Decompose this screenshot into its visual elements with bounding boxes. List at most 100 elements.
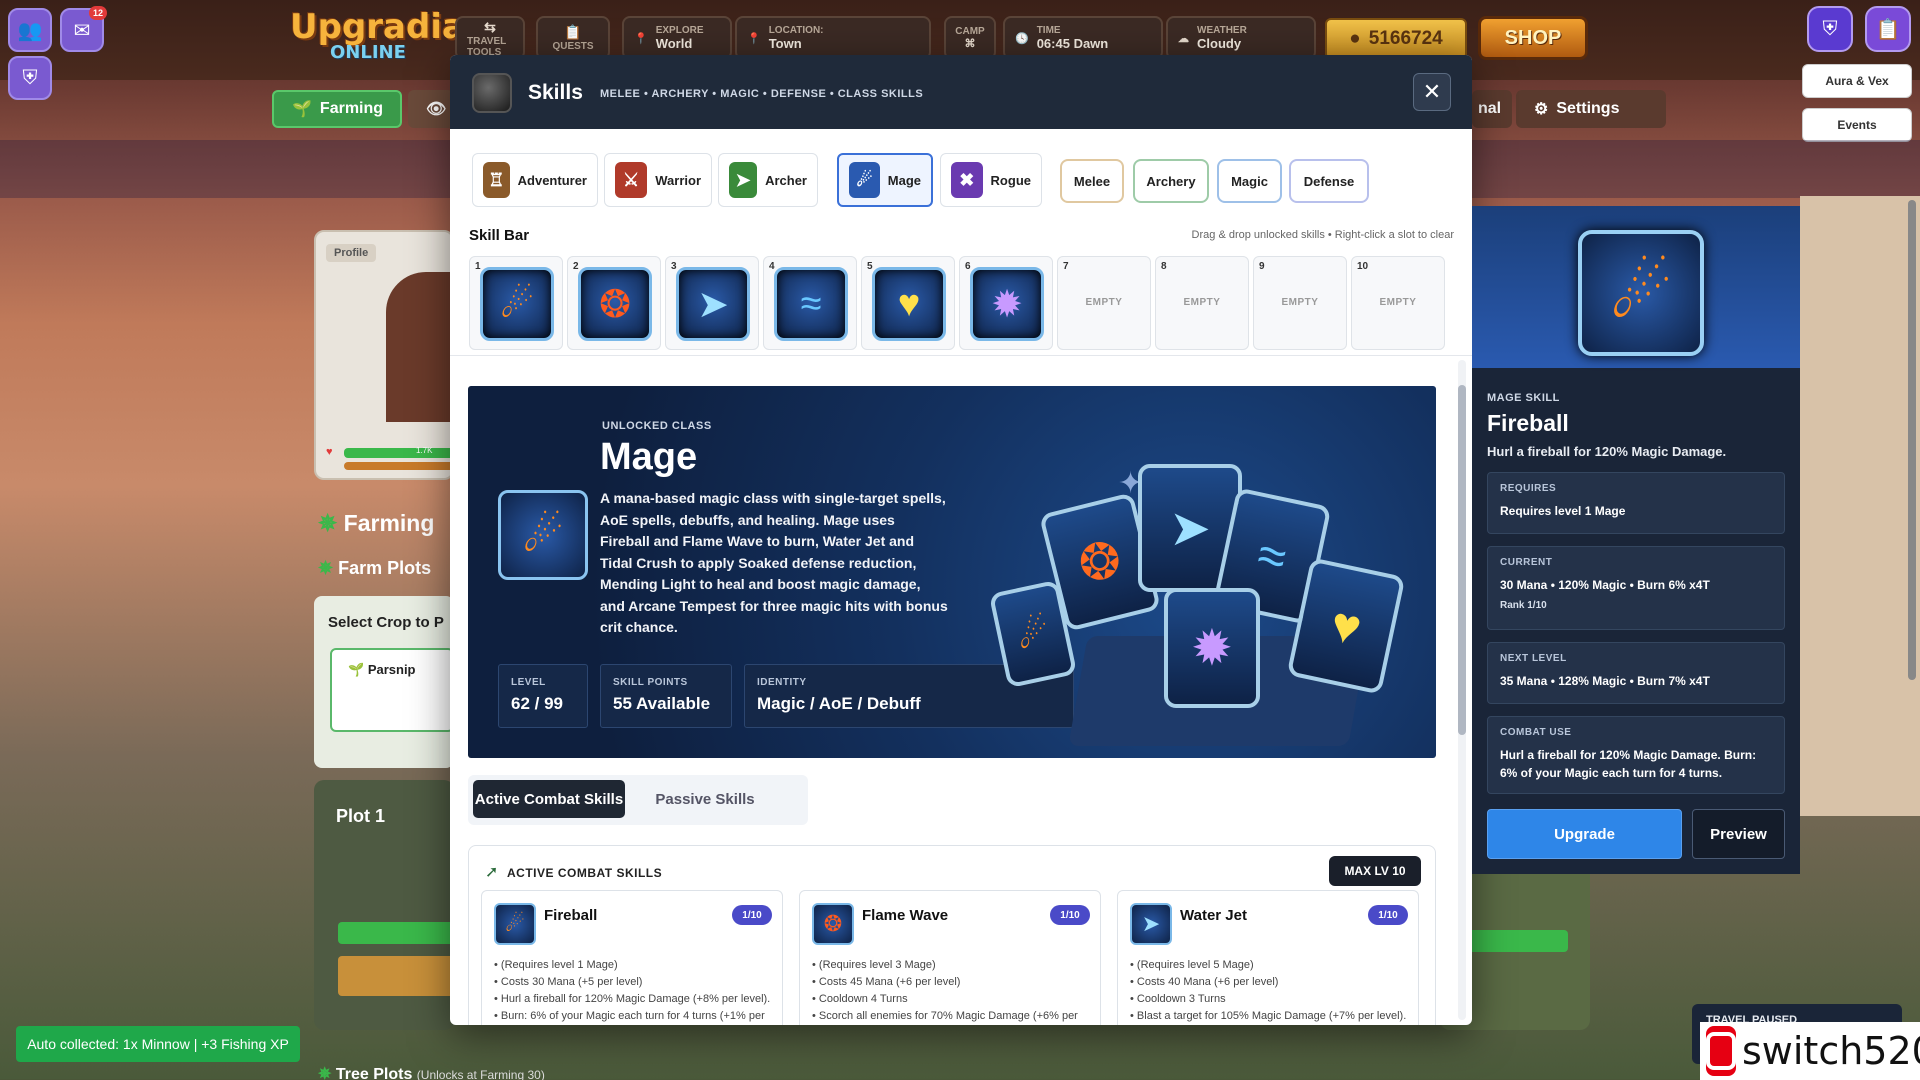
parsnip-icon: 🌱 xyxy=(348,662,365,677)
coin-icon: ● xyxy=(1349,28,1361,49)
rank-badge: 1/10 xyxy=(1050,905,1090,925)
tab-active-combat-skills[interactable]: Active Combat Skills xyxy=(473,780,625,818)
map-pin-icon: 📍 xyxy=(634,32,648,45)
modal-subtitle: MELEE • ARCHERY • MAGIC • DEFENSE • CLAS… xyxy=(600,88,924,100)
mending-light-icon: ♥ xyxy=(872,267,946,341)
mail-badge: 12 xyxy=(89,6,107,20)
max-level-badge: MAX LV 10 xyxy=(1329,856,1421,886)
time-display: 🕓 TIME 06:45 Dawn xyxy=(1003,16,1163,60)
close-icon: ✕ xyxy=(1422,79,1442,104)
plot-progress xyxy=(338,922,454,944)
skill-card-fireball[interactable]: ☄ Fireball 1/10 • (Requires level 1 Mage… xyxy=(481,890,783,1025)
page-scrollbar[interactable] xyxy=(1908,200,1916,680)
profile-label: Profile xyxy=(326,244,377,262)
explore-button[interactable]: 📍 EXPLORE World xyxy=(622,16,732,60)
hp-value: 1.7K xyxy=(416,446,433,455)
skill-slot-8[interactable]: 8 EMPTY xyxy=(1155,256,1249,350)
tab-adventurer[interactable]: ♖ Adventurer xyxy=(472,153,598,207)
modal-title: Skills xyxy=(528,81,583,104)
skill-card-name: Water Jet xyxy=(1180,907,1247,924)
nav-settings-tab[interactable]: ⚙ Settings xyxy=(1516,90,1666,128)
banner-artwork: ✦ ☄ ❂ ➤ ≈ ♥ ✹ xyxy=(988,456,1428,746)
class-banner: UNLOCKED CLASS Mage A mana-based magic c… xyxy=(468,386,1436,758)
skill-slot-9[interactable]: 9 EMPTY xyxy=(1253,256,1347,350)
skill-slot-5[interactable]: 5 ♥ xyxy=(861,256,955,350)
modal-header: Skills MELEE • ARCHERY • MAGIC • DEFENSE… xyxy=(450,55,1472,129)
guild-shield-icon[interactable]: ⛨ xyxy=(1807,6,1853,52)
card-arcane-tempest: ✹ xyxy=(1164,588,1260,708)
detail-tag: MAGE SKILL xyxy=(1487,392,1560,404)
filter-defense[interactable]: Defense xyxy=(1289,159,1369,203)
tab-rogue[interactable]: ✖ Rogue xyxy=(940,153,1042,207)
quests-button[interactable]: 📋 QUESTS xyxy=(536,16,610,60)
arcane-tempest-icon: ✹ xyxy=(970,267,1044,341)
skill-card-water-jet[interactable]: ➤ Water Jet 1/10 • (Requires level 5 Mag… xyxy=(1117,890,1419,1025)
warrior-icon: ⚔ xyxy=(615,162,648,198)
skill-slot-1[interactable]: 1 ☄ xyxy=(469,256,563,350)
water-jet-icon: ➤ xyxy=(1130,903,1172,945)
fireball-icon: ☄ xyxy=(480,267,554,341)
profile-card: Profile 1.7K ♥ xyxy=(314,230,456,480)
tab-warrior[interactable]: ⚔ Warrior xyxy=(604,153,712,207)
plot-action[interactable] xyxy=(338,956,454,996)
banner-tag: UNLOCKED CLASS xyxy=(602,420,712,432)
shield-icon[interactable]: ⛨ xyxy=(8,56,52,100)
background-sky-strip xyxy=(1800,196,1920,816)
switch-logo-icon xyxy=(1706,1026,1736,1076)
rank-badge: 1/10 xyxy=(732,905,772,925)
skill-slot-6[interactable]: 6 ✹ xyxy=(959,256,1053,350)
tree-plots-heading: ✵ Tree Plots (Unlocks at Farming 30) xyxy=(318,1066,545,1080)
farming-icon: 🌱 xyxy=(292,101,312,118)
skill-slot-10[interactable]: 10 EMPTY xyxy=(1351,256,1445,350)
class-name: Mage xyxy=(600,436,698,478)
nav-farming-tab[interactable]: 🌱 Farming xyxy=(272,90,402,128)
upgrade-button[interactable]: Upgrade xyxy=(1487,809,1682,859)
parsnip-option[interactable]: 🌱 Parsnip xyxy=(330,648,454,732)
close-button[interactable]: ✕ xyxy=(1413,73,1451,111)
location-display: 📍 LOCATION: Town xyxy=(735,16,931,60)
rank-badge: 1/10 xyxy=(1368,905,1408,925)
skill-slot-7[interactable]: 7 EMPTY xyxy=(1057,256,1151,350)
flame-wave-icon: ❂ xyxy=(812,903,854,945)
filter-melee[interactable]: Melee xyxy=(1060,159,1124,203)
hp-bar xyxy=(344,448,454,458)
modal-scroll-thumb[interactable] xyxy=(1458,385,1466,735)
weather-display: ☁ WEATHER Cloudy xyxy=(1166,16,1316,60)
filter-magic[interactable]: Magic xyxy=(1217,159,1282,203)
eye-icon: 👁 xyxy=(426,101,447,118)
tab-passive-skills[interactable]: Passive Skills xyxy=(635,780,775,818)
next-level-box: NEXT LEVEL 35 Mana • 128% Magic • Burn 7%… xyxy=(1487,642,1785,704)
skill-slot-2[interactable]: 2 ❂ xyxy=(567,256,661,350)
archer-icon: ➤ xyxy=(729,162,758,198)
preview-button[interactable]: Preview xyxy=(1692,809,1785,859)
camp-button[interactable]: CAMP ⌘ xyxy=(944,16,996,60)
flame-wave-icon: ❂ xyxy=(578,267,652,341)
avatar xyxy=(386,272,456,422)
aura-vex-button[interactable]: Aura & Vex xyxy=(1802,64,1912,98)
mage-icon: ☄ xyxy=(849,162,880,198)
detail-skill-name: Fireball xyxy=(1487,410,1569,436)
xp-bar xyxy=(344,462,454,470)
plot-title: Plot 1 xyxy=(336,806,386,826)
filter-archery[interactable]: Archery xyxy=(1133,159,1209,203)
travel-tools-button[interactable]: ⇆ TRAVEL TOOLS xyxy=(455,16,525,60)
tab-archer[interactable]: ➤ Archer xyxy=(718,153,818,207)
active-skills-section: ➚ ACTIVE COMBAT SKILLS MAX LV 10 ☄ Fireb… xyxy=(468,845,1436,1025)
skill-card-details: • (Requires level 5 Mage) • Costs 40 Man… xyxy=(1130,959,1407,1022)
coin-balance: ● 5166724 xyxy=(1325,18,1467,60)
nav-tab-hidden[interactable]: 👁 xyxy=(408,90,454,128)
events-button[interactable]: Events xyxy=(1802,108,1912,142)
heart-icon: ♥ xyxy=(326,446,333,458)
nav-tab-partial[interactable]: nal xyxy=(1472,90,1512,128)
tab-mage[interactable]: ☄ Mage xyxy=(837,153,933,207)
skill-slot-3[interactable]: 3 ➤ xyxy=(665,256,759,350)
clipboard-icon[interactable]: 📋 xyxy=(1865,6,1911,52)
current-box: CURRENT 30 Mana • 120% Magic • Burn 6% x4… xyxy=(1487,546,1785,630)
skill-slot-4[interactable]: 4 ≈ xyxy=(763,256,857,350)
section-heading: ACTIVE COMBAT SKILLS xyxy=(507,866,663,880)
skill-card-flame-wave[interactable]: ❂ Flame Wave 1/10 • (Requires level 3 Ma… xyxy=(799,890,1101,1025)
game-logo: Upgradia ONLINE xyxy=(290,7,465,63)
friends-icon[interactable]: 👥 xyxy=(8,8,52,52)
shop-button[interactable]: SHOP xyxy=(1478,16,1588,60)
watermark: switch520 xyxy=(1700,1022,1920,1080)
